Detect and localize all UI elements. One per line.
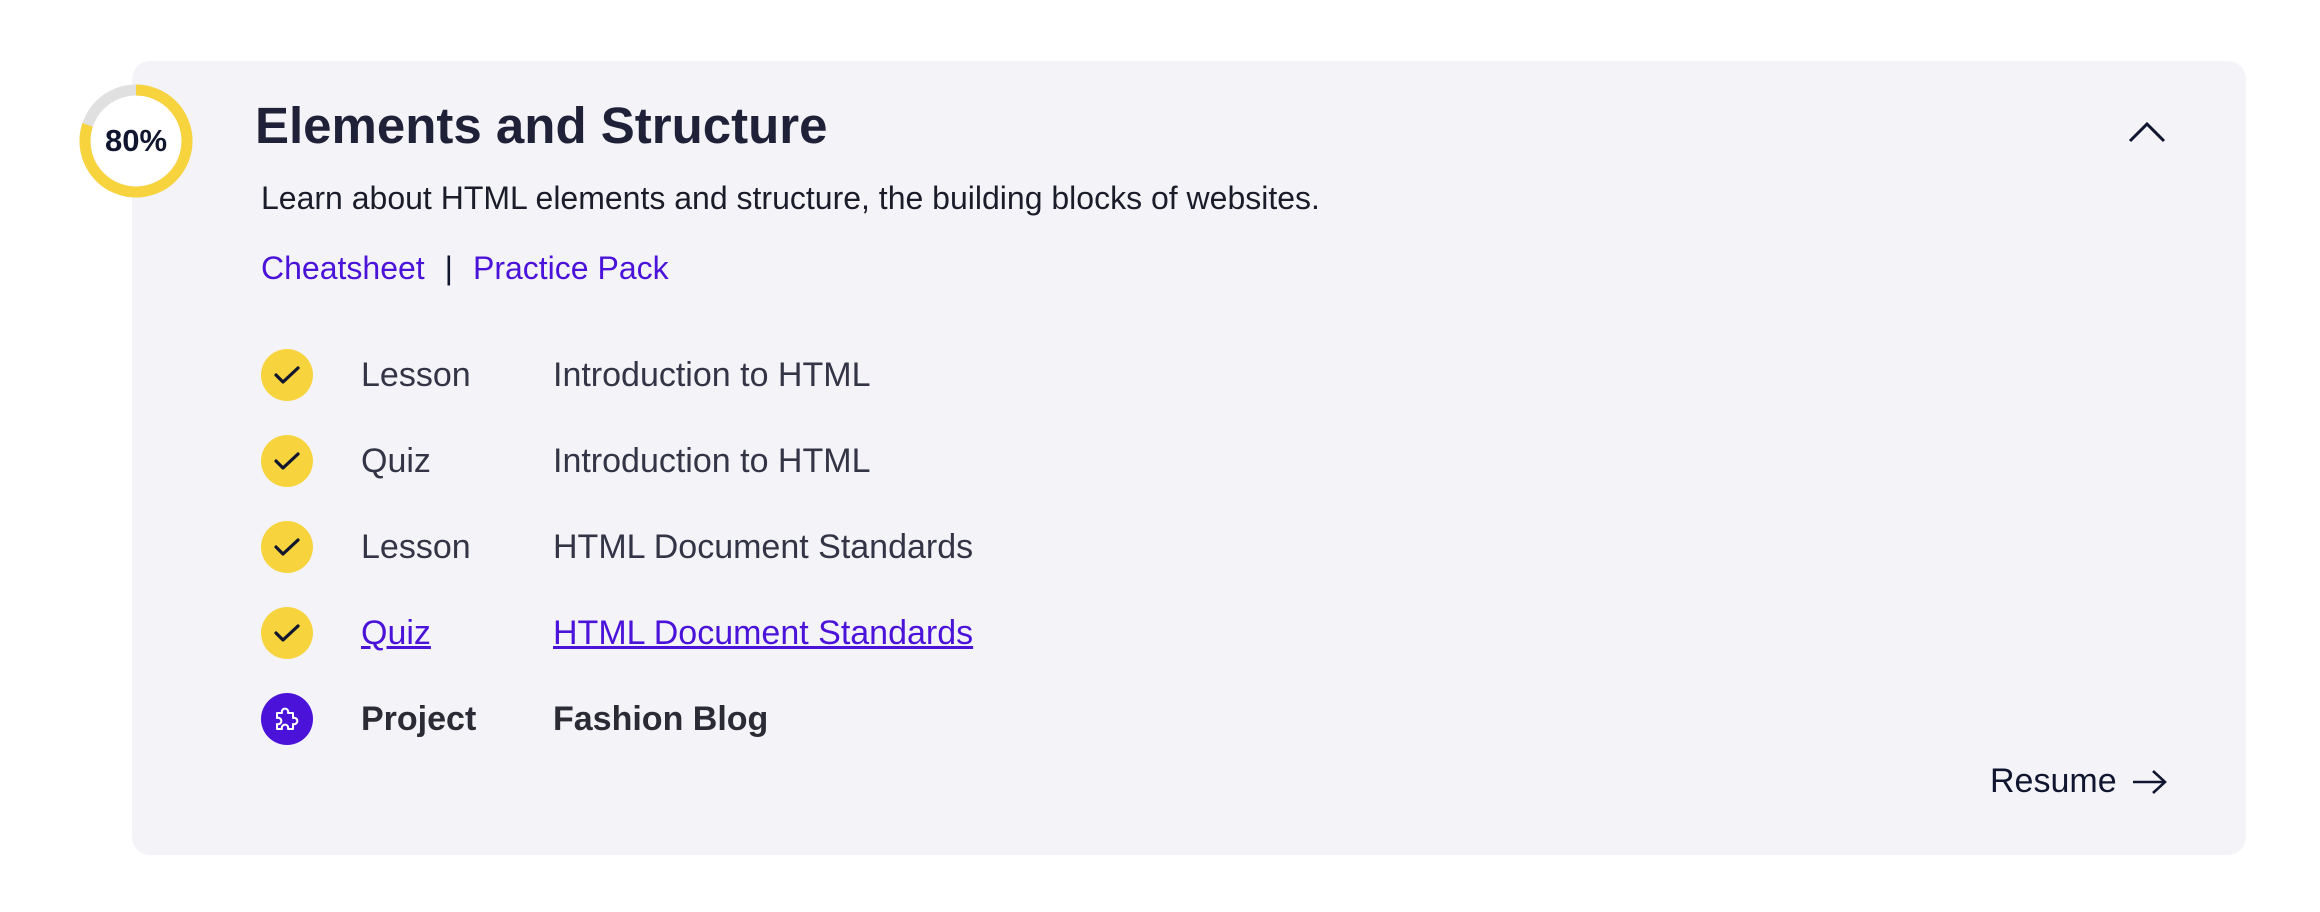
- module-item[interactable]: Quiz Introduction to HTML: [261, 418, 1661, 504]
- item-type: Lesson: [361, 356, 471, 394]
- item-type: Lesson: [361, 528, 471, 566]
- module-item[interactable]: Lesson Introduction to HTML: [261, 332, 1661, 418]
- item-name: HTML Document Standards: [553, 528, 974, 566]
- item-type: Quiz: [361, 442, 431, 480]
- resource-links: Cheatsheet | Practice Pack: [261, 248, 669, 288]
- item-name: Introduction to HTML: [553, 356, 871, 394]
- cheatsheet-link[interactable]: Cheatsheet: [261, 248, 425, 288]
- check-icon: [261, 607, 313, 659]
- module-item-list: Lesson Introduction to HTML Quiz Introdu…: [261, 332, 1661, 762]
- progress-percent: 80%: [104, 123, 168, 158]
- resume-label: Resume: [1990, 762, 2117, 800]
- module-item-current[interactable]: Project Fashion Blog: [261, 676, 1661, 762]
- item-name: Fashion Blog: [553, 700, 769, 738]
- puzzle-icon: [261, 693, 313, 745]
- resource-separator: |: [444, 250, 453, 286]
- item-name: Introduction to HTML: [553, 442, 871, 480]
- module-title: Elements and Structure: [255, 97, 828, 154]
- page: 80% Elements and Structure Learn about H…: [0, 0, 2320, 912]
- item-type-link[interactable]: Quiz: [361, 611, 431, 655]
- arrow-right-icon: [2131, 768, 2169, 796]
- item-name-link[interactable]: HTML Document Standards: [553, 611, 973, 655]
- progress-ring: 80%: [78, 83, 194, 199]
- collapse-button[interactable]: [2125, 110, 2169, 154]
- module-description: Learn about HTML elements and structure,…: [261, 180, 1320, 216]
- chevron-up-icon: [2128, 121, 2166, 143]
- check-icon: [261, 349, 313, 401]
- check-icon: [261, 435, 313, 487]
- item-type: Project: [361, 700, 477, 738]
- check-icon: [261, 521, 313, 573]
- module-item[interactable]: Lesson HTML Document Standards: [261, 504, 1661, 590]
- practice-pack-link[interactable]: Practice Pack: [473, 248, 669, 288]
- resume-button[interactable]: Resume: [1990, 762, 2169, 801]
- module-item-link[interactable]: Quiz HTML Document Standards: [261, 590, 1661, 676]
